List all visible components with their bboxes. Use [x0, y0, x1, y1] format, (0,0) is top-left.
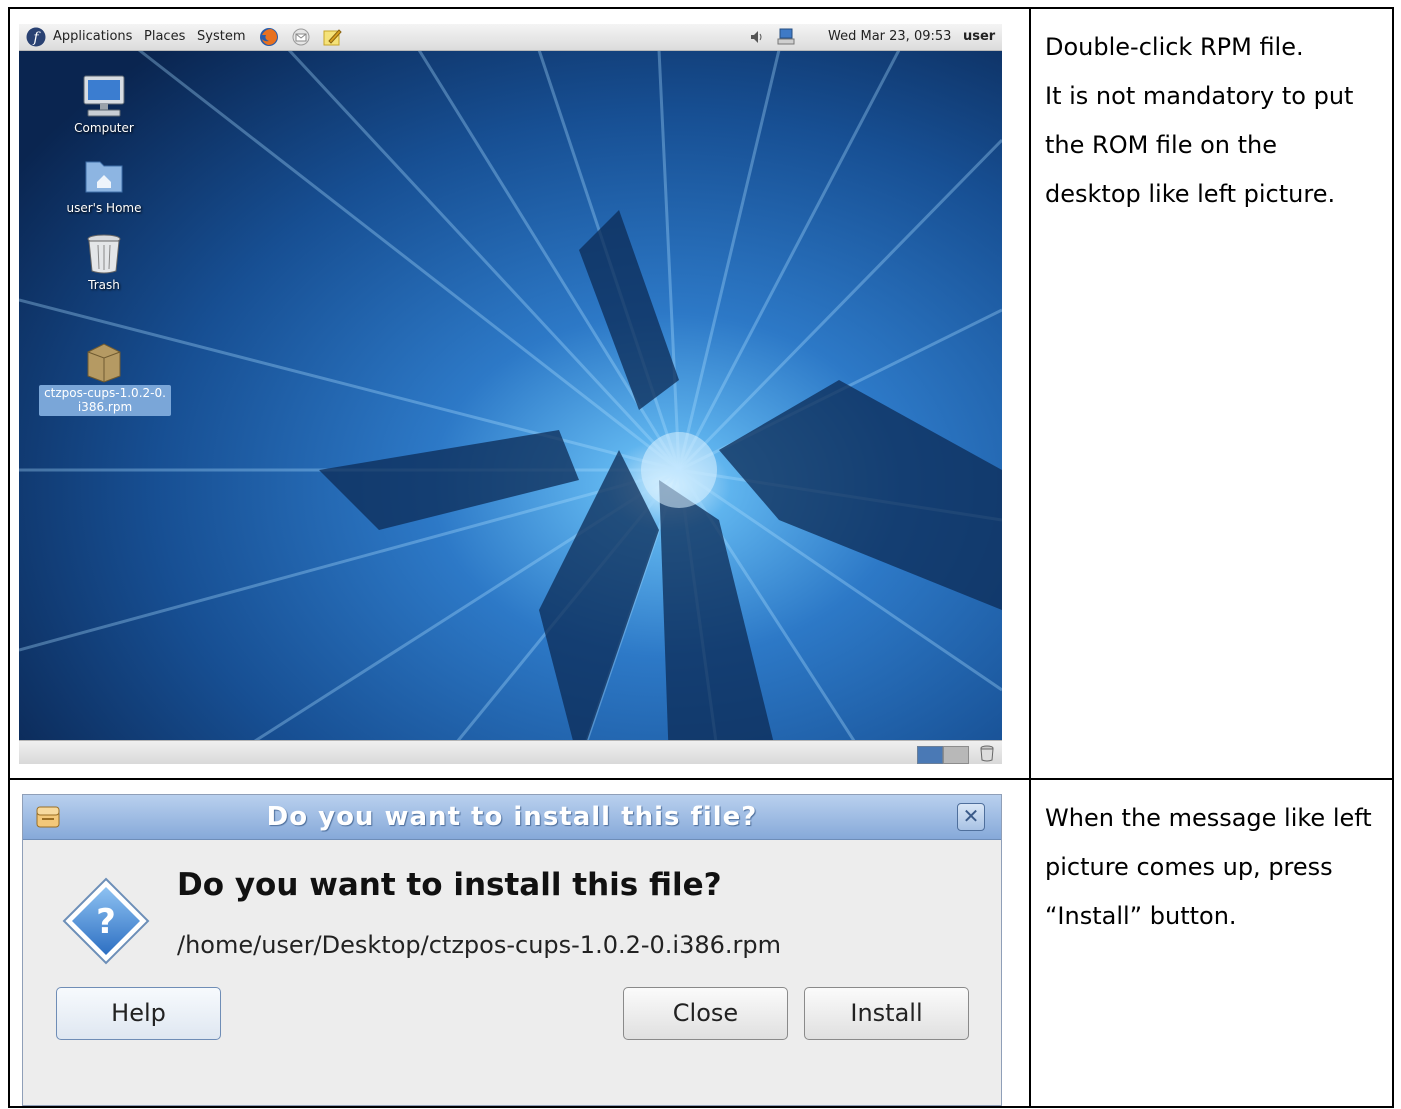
desktop-icon-label: user's Home — [66, 201, 142, 215]
note-line: desktop like left picture. — [1045, 180, 1336, 208]
install-button[interactable]: Install — [804, 987, 969, 1040]
top-panel: f Applications Places System Wed Mar 23,… — [19, 24, 1002, 51]
workspace-switcher-2[interactable] — [943, 746, 969, 764]
help-button[interactable]: Help — [56, 987, 221, 1040]
instruction-step-2: When the message like left picture comes… — [1045, 794, 1385, 941]
desktop-icon-label: Trash — [88, 278, 120, 292]
svg-text:?: ? — [96, 902, 116, 942]
note-line: picture comes up, press — [1045, 853, 1333, 881]
note-line: It is not mandatory to put — [1045, 82, 1354, 110]
desktop-icon-label: Computer — [74, 121, 134, 135]
dialog-titlebar[interactable]: Do you want to install this file? ✕ — [23, 795, 1001, 840]
note-line: Double-click RPM file. — [1045, 33, 1304, 61]
install-dialog: Do you want to install this file? ✕ ? Do… — [22, 794, 1002, 1106]
mail-client-icon[interactable] — [291, 27, 311, 47]
dialog-title: Do you want to install this file? — [266, 802, 758, 832]
bottom-panel — [19, 740, 1002, 764]
applications-menu[interactable]: Applications — [53, 29, 132, 44]
package-icon — [87, 343, 121, 383]
desktop-icon-computer[interactable]: Computer — [39, 72, 169, 135]
panel-clock[interactable]: Wed Mar 23, 09:53 — [828, 29, 951, 44]
close-icon: ✕ — [962, 804, 980, 828]
firefox-icon[interactable] — [259, 27, 279, 47]
panel-user-name[interactable]: user — [963, 29, 995, 44]
desktop-icon-label: ctzpos-cups-1.0.2-0. i386.rpm — [39, 385, 171, 416]
rpm-label-line: i386.rpm — [77, 400, 133, 414]
instruction-step-1: Double-click RPM file. It is not mandato… — [1045, 23, 1385, 219]
desktop-icon-trash[interactable]: Trash — [39, 229, 169, 292]
notes-editor-icon[interactable] — [322, 27, 342, 47]
system-menu[interactable]: System — [197, 29, 245, 44]
note-line: the ROM file on the — [1045, 131, 1278, 159]
note-line: “Install” button. — [1045, 902, 1237, 930]
fedora-logo-icon[interactable]: f — [26, 27, 46, 47]
file-path: /home/user/Desktop/ctzpos-cups-1.0.2-0.i… — [177, 931, 782, 959]
desktop-screenshot: f Applications Places System Wed Mar 23,… — [19, 24, 1002, 764]
trash-icon — [87, 234, 121, 274]
dialog-close-button[interactable]: ✕ — [957, 803, 985, 831]
home-folder-icon — [85, 161, 123, 193]
workspace-switcher-1[interactable] — [917, 746, 943, 764]
network-icon[interactable] — [776, 27, 796, 47]
computer-icon — [83, 75, 125, 117]
places-menu[interactable]: Places — [144, 29, 185, 44]
table-row-divider — [10, 778, 1392, 780]
question-icon: ? — [62, 877, 150, 965]
table-column-divider — [1029, 9, 1031, 1106]
desktop-icon-rpm-file[interactable]: ctzpos-cups-1.0.2-0. i386.rpm — [39, 336, 171, 416]
desktop-icon-home[interactable]: user's Home — [39, 152, 169, 215]
note-line: When the message like left — [1045, 804, 1372, 832]
rpm-label-line: ctzpos-cups-1.0.2-0. — [44, 386, 166, 400]
dialog-heading: Do you want to install this file? — [177, 867, 722, 903]
trash-icon[interactable] — [978, 744, 996, 762]
close-button[interactable]: Close — [623, 987, 788, 1040]
volume-icon[interactable] — [747, 27, 767, 47]
